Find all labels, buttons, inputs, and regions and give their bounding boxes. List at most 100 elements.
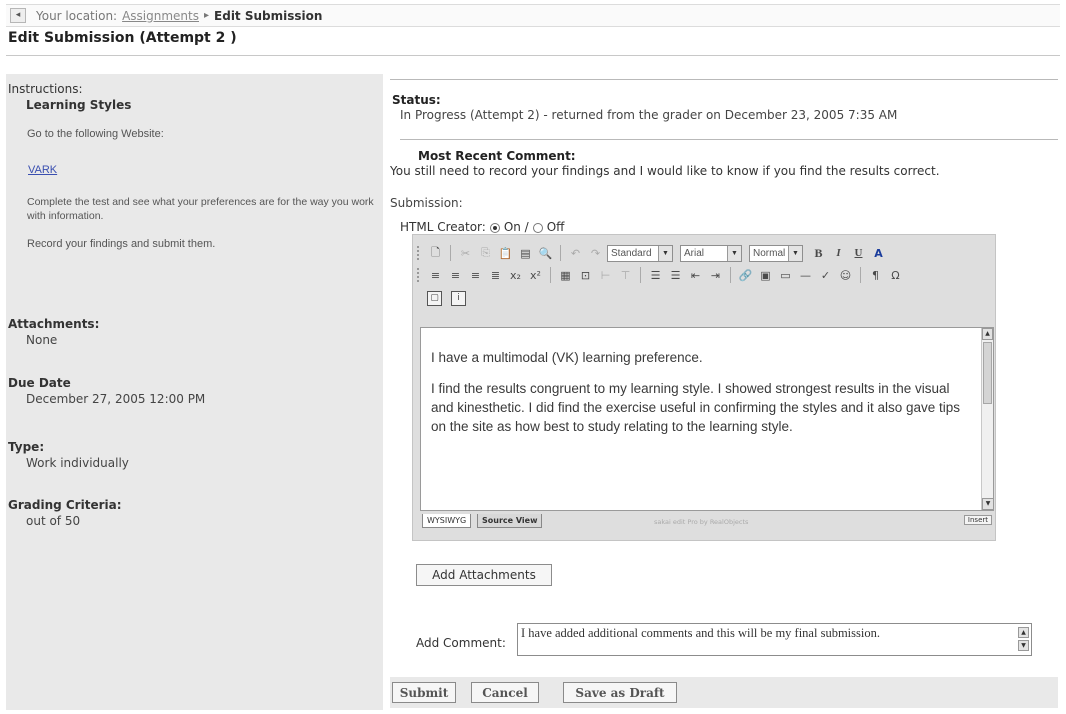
outdent-icon[interactable]: ⇤ [687, 267, 704, 284]
tab-wysiwyg[interactable]: WYSIWYG [422, 514, 472, 528]
vark-link[interactable]: VARK [28, 164, 57, 176]
scroll-down-icon[interactable]: ▼ [982, 498, 994, 510]
find-icon[interactable]: 🔍 [537, 245, 554, 262]
paragraph-marks-icon[interactable]: ¶ [867, 267, 884, 284]
justify-icon[interactable]: ≣ [487, 267, 504, 284]
align-right-icon[interactable]: ≡ [467, 267, 484, 284]
numbered-list-icon[interactable]: ☰ [647, 267, 664, 284]
assignment-details-panel: Instructions: Learning Styles Go to the … [6, 74, 383, 710]
type-label: Type: [8, 440, 45, 454]
split-cell-icon[interactable]: ⊢ [597, 267, 614, 284]
scroll-up-icon[interactable]: ▲ [1018, 627, 1029, 638]
editor-view-tabs: WYSIWYG Source View sakai edit Pro by Re… [420, 514, 994, 532]
type-value: Work individually [26, 456, 129, 470]
html-creator-off-label: Off [546, 220, 565, 234]
superscript-icon[interactable]: x² [527, 267, 544, 284]
add-comment-label: Add Comment: [416, 636, 506, 650]
bulleted-list-icon[interactable]: ☰ [667, 267, 684, 284]
grading-criteria-label: Grading Criteria: [8, 498, 122, 512]
submission-label: Submission: [390, 196, 463, 210]
editor-content-area[interactable]: I have a multimodal (VK) learning prefer… [420, 327, 994, 511]
toolbar-divider [550, 267, 551, 283]
folder-icon[interactable]: ▭ [777, 267, 794, 284]
status-divider [390, 79, 1058, 80]
instructions-label: Instructions: [8, 82, 83, 96]
spellcheck-icon[interactable]: ✓ [817, 267, 834, 284]
html-creator-label: HTML Creator: [400, 220, 486, 234]
fullscreen-icon[interactable]: ▢ [427, 290, 442, 306]
page-title: Edit Submission (Attempt 2 ) [8, 30, 237, 46]
paste-text-icon[interactable]: ▤ [517, 245, 534, 262]
paste-icon[interactable]: 📋 [497, 245, 514, 262]
attachments-value: None [26, 333, 58, 347]
special-char-icon[interactable]: Ω [887, 267, 904, 284]
align-left-icon[interactable]: ≡ [427, 267, 444, 284]
image-icon[interactable]: ▣ [757, 267, 774, 284]
due-date-value: December 27, 2005 12:00 PM [26, 392, 206, 406]
toolbar-grip-icon [417, 268, 421, 282]
chevron-down-icon: ▼ [727, 245, 741, 261]
font-size-select[interactable]: Normal ▼ [749, 244, 803, 262]
undo-icon[interactable]: ↶ [567, 245, 584, 262]
title-divider [6, 55, 1060, 56]
info-icon[interactable]: i [451, 290, 466, 306]
add-comment-text: I have added additional comments and thi… [521, 626, 880, 640]
new-document-icon[interactable]: 🗋 [427, 245, 444, 262]
action-bar: Submit Cancel Save as Draft [390, 677, 1058, 708]
align-center-icon[interactable]: ≡ [447, 267, 464, 284]
merge-cell-icon[interactable]: ⊤ [617, 267, 634, 284]
instructions-title: Learning Styles [26, 98, 132, 112]
editor-scrollbar[interactable]: ▲ ▼ [981, 328, 994, 510]
tab-source-view[interactable]: Source View [477, 514, 543, 528]
subscript-icon[interactable]: x₂ [507, 267, 524, 284]
most-recent-comment-label: Most Recent Comment: [418, 149, 576, 163]
link-icon[interactable]: 🔗 [737, 267, 754, 284]
attachments-label: Attachments: [8, 317, 100, 331]
breadcrumb-separator-icon: ▸ [204, 10, 210, 21]
table-icon[interactable]: ▦ [557, 267, 574, 284]
html-creator-toggle: HTML Creator: On / Off [400, 220, 564, 234]
rich-text-editor: 🗋 ✂ ⎘ 📋 ▤ 🔍 ↶ ↷ Standard ▼ Arial ▼ Normal ▼… [412, 234, 996, 541]
style-select[interactable]: Standard ▼ [607, 244, 673, 262]
italic-icon[interactable]: I [830, 245, 847, 262]
scroll-up-icon[interactable]: ▲ [982, 328, 993, 340]
chevron-down-icon: ▼ [788, 245, 802, 261]
save-as-draft-button[interactable]: Save as Draft [563, 682, 677, 703]
emoticon-icon[interactable]: ☺ [837, 267, 854, 284]
add-comment-input[interactable]: I have added additional comments and thi… [517, 623, 1032, 656]
horizontal-rule-icon[interactable]: — [797, 267, 814, 284]
add-attachments-button[interactable]: Add Attachments [416, 564, 552, 586]
insert-mode-indicator: Insert [963, 515, 992, 525]
font-select[interactable]: Arial ▼ [680, 244, 742, 262]
text-color-icon[interactable]: A [870, 245, 887, 262]
cut-icon[interactable]: ✂ [457, 245, 474, 262]
comment-scrollbar[interactable]: ▲ ▼ [1018, 627, 1029, 653]
breadcrumb-link-assignments[interactable]: Assignments [122, 9, 199, 23]
editor-paragraph-2: I find the results congruent to my learn… [431, 381, 961, 434]
html-creator-off-radio[interactable] [532, 223, 543, 233]
submit-button[interactable]: Submit [392, 682, 456, 703]
chevron-down-icon: ▼ [658, 245, 672, 261]
breadcrumb: ◂ Your location: Assignments ▸ Edit Subm… [6, 4, 1060, 27]
html-creator-on-radio[interactable] [489, 223, 500, 233]
toolbar-divider [640, 267, 641, 283]
status-label: Status: [392, 93, 441, 107]
editor-text: I have a multimodal (VK) learning prefer… [431, 348, 971, 448]
editor-toolbar-row-3: ▢ i [427, 287, 466, 309]
scroll-down-icon[interactable]: ▼ [1018, 640, 1029, 651]
instructions-line-2: Complete the test and see what your pref… [27, 196, 374, 222]
cancel-button[interactable]: Cancel [471, 682, 539, 703]
underline-icon[interactable]: U [850, 245, 867, 262]
toolbar-grip-icon [417, 246, 421, 260]
bold-icon[interactable]: B [810, 245, 827, 262]
indent-icon[interactable]: ⇥ [707, 267, 724, 284]
editor-toolbar-row-1: 🗋 ✂ ⎘ 📋 ▤ 🔍 ↶ ↷ Standard ▼ Arial ▼ Normal ▼… [417, 242, 887, 264]
collapse-left-icon[interactable]: ◂ [10, 8, 26, 23]
due-date-label: Due Date [8, 376, 71, 390]
redo-icon[interactable]: ↷ [587, 245, 604, 262]
table-properties-icon[interactable]: ⊡ [577, 267, 594, 284]
toolbar-divider [860, 267, 861, 283]
editor-toolbar-row-2: ≡ ≡ ≡ ≣ x₂ x² ▦ ⊡ ⊢ ⊤ ☰ ☰ ⇤ ⇥ 🔗 ▣ ▭ — ✓ … [417, 264, 904, 286]
scrollbar-thumb[interactable] [983, 342, 992, 404]
copy-icon[interactable]: ⎘ [477, 245, 494, 262]
